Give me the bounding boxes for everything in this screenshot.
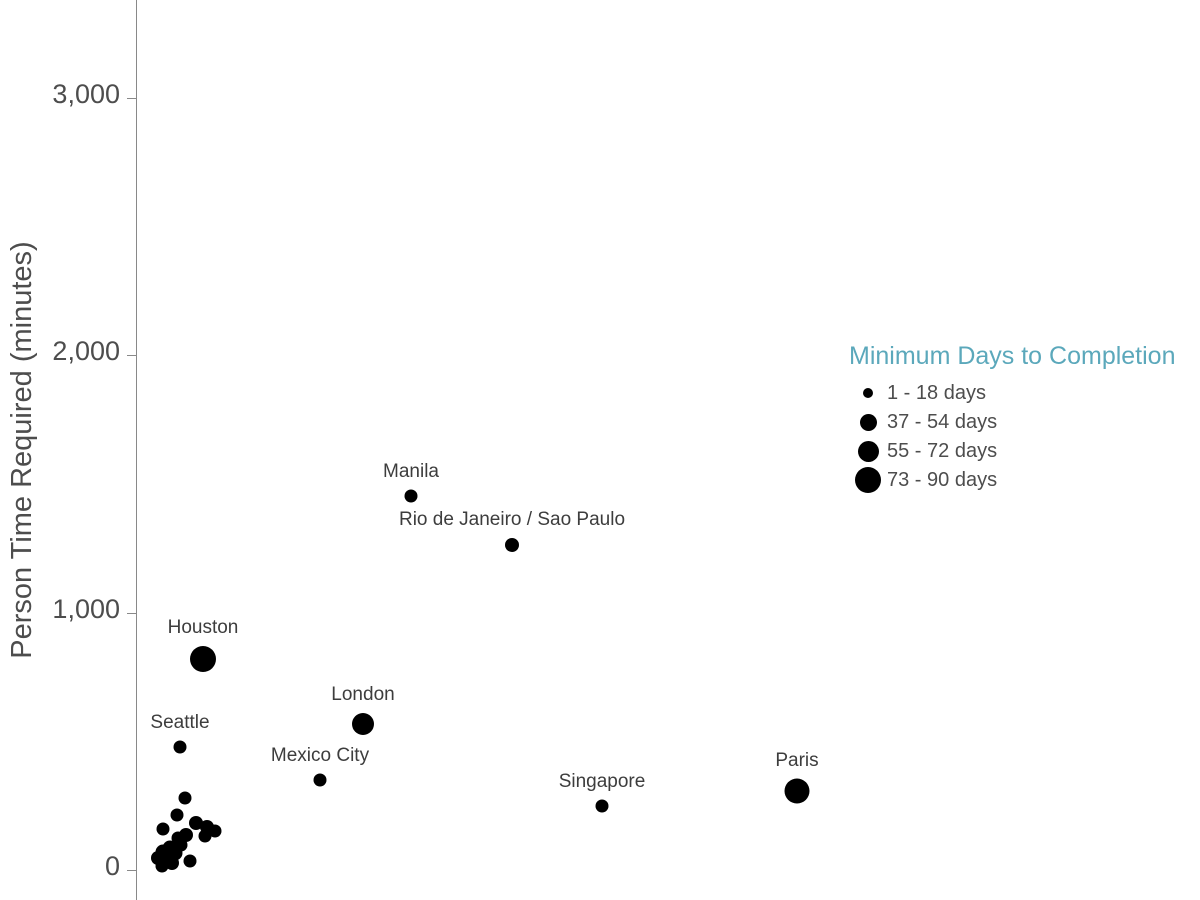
data-point-label: Mexico City (270, 744, 370, 766)
data-point[interactable] (595, 799, 609, 813)
data-point[interactable] (352, 713, 374, 735)
data-point-label: Paris (775, 749, 819, 771)
legend: Minimum Days to Completion 1 - 18 days 37… (849, 342, 1189, 495)
legend-marker-icon (849, 413, 887, 431)
legend-marker-icon (849, 388, 887, 399)
data-point-label: Seattle (150, 711, 210, 733)
scatter-plot-figure: Person Time Required (minutes) 0 1,000 2,0… (0, 0, 1200, 900)
legend-marker-icon (849, 440, 887, 462)
data-point[interactable] (156, 822, 170, 836)
legend-item[interactable]: 1 - 18 days (849, 379, 1189, 408)
legend-item-label: 37 - 54 days (887, 410, 998, 433)
data-point[interactable] (155, 859, 169, 873)
data-point[interactable] (170, 808, 184, 822)
legend-marker-icon (849, 467, 887, 494)
data-point-label: Singapore (558, 770, 646, 792)
data-point[interactable] (178, 791, 192, 805)
legend-item-label: 55 - 72 days (887, 439, 998, 462)
legend-items: 1 - 18 days 37 - 54 days 55 - 72 days 73 - … (849, 379, 1189, 495)
data-point-label: London (331, 684, 395, 705)
data-point[interactable] (505, 538, 519, 552)
data-point[interactable] (174, 838, 188, 852)
data-point[interactable] (784, 778, 810, 804)
legend-item[interactable]: 55 - 72 days (849, 437, 1189, 466)
data-point-label: Rio de Janeiro / Sao Paulo (398, 509, 626, 530)
legend-item[interactable]: 37 - 54 days (849, 408, 1189, 437)
data-point[interactable] (208, 824, 222, 838)
legend-item-label: 1 - 18 days (887, 381, 986, 404)
legend-item[interactable]: 73 - 90 days (849, 466, 1189, 495)
legend-item-label: 73 - 90 days (887, 468, 998, 491)
data-point[interactable] (183, 854, 197, 868)
data-point-label: Houston (167, 617, 239, 638)
data-point[interactable] (313, 773, 327, 787)
data-point[interactable] (404, 489, 418, 503)
legend-title: Minimum Days to Completion (849, 342, 1176, 370)
data-point[interactable] (173, 740, 187, 754)
data-point[interactable] (190, 646, 216, 672)
data-point-label: Manila (383, 460, 439, 482)
